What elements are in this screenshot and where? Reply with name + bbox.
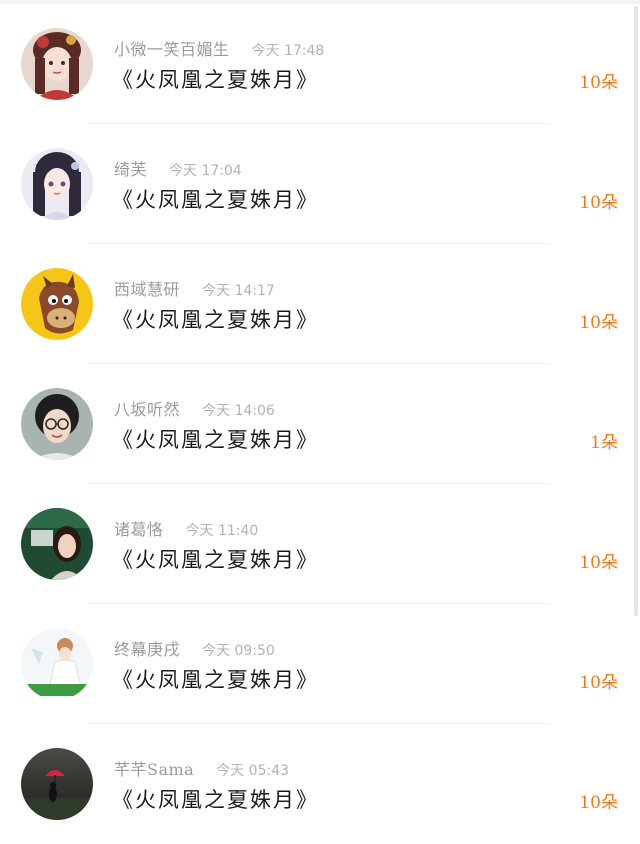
work-title[interactable]: 《火凤凰之夏姝月》: [112, 664, 319, 694]
flower-count: 10朵: [579, 193, 618, 213]
send-time: 今天 14:06: [202, 403, 275, 419]
avatar-bride-illustration-icon[interactable]: [21, 628, 93, 700]
list-item[interactable]: 芊芊Sama 今天 05:43 《火凤凰之夏姝月》 10朵: [0, 724, 640, 844]
work-title[interactable]: 《火凤凰之夏姝月》: [112, 424, 319, 454]
item-meta: 芊芊Sama 今天 05:43: [114, 756, 289, 780]
sender-name[interactable]: 八坂听然: [114, 400, 180, 419]
item-meta: 诸葛恪 今天 11:40: [114, 516, 258, 540]
avatar-anime-girl-red-icon[interactable]: [21, 28, 93, 100]
item-meta: 终幕庚戌 今天 09:50: [114, 636, 275, 660]
sender-name[interactable]: 绮芙: [114, 160, 147, 179]
flower-count: 10朵: [579, 673, 618, 693]
send-time: 今天 09:50: [202, 643, 275, 659]
work-title[interactable]: 《火凤凰之夏姝月》: [112, 784, 319, 814]
gift-list-page: 小微一笑百媚生 今天 17:48 《火凤凰之夏姝月》 10朵 绮芙 今天 17:04: [0, 0, 640, 844]
item-meta: 八坂听然 今天 14:06: [114, 396, 275, 420]
work-title[interactable]: 《火凤凰之夏姝月》: [112, 184, 319, 214]
flower-count: 1朵: [590, 433, 618, 453]
work-title[interactable]: 《火凤凰之夏姝月》: [112, 304, 319, 334]
list-item[interactable]: 西域慧研 今天 14:17 《火凤凰之夏姝月》 10朵: [0, 244, 640, 364]
sender-name[interactable]: 小微一笑百媚生: [114, 40, 230, 59]
send-time: 今天 17:48: [251, 43, 325, 59]
avatar-photo-woman-icon[interactable]: [21, 508, 93, 580]
scrollbar[interactable]: [634, 6, 638, 616]
sender-name[interactable]: 诸葛恪: [114, 520, 164, 539]
flower-count: 10朵: [579, 73, 618, 93]
list-item[interactable]: 终幕庚戌 今天 09:50 《火凤凰之夏姝月》 10朵: [0, 604, 640, 724]
list-item[interactable]: 绮芙 今天 17:04 《火凤凰之夏姝月》 10朵: [0, 124, 640, 244]
item-meta: 小微一笑百媚生 今天 17:48: [114, 36, 324, 60]
work-title[interactable]: 《火凤凰之夏姝月》: [112, 544, 319, 574]
avatar-cartoon-horse-icon[interactable]: [21, 268, 93, 340]
list-item[interactable]: 小微一笑百媚生 今天 17:48 《火凤凰之夏姝月》 10朵: [0, 4, 640, 124]
work-title[interactable]: 《火凤凰之夏姝月》: [112, 64, 319, 94]
item-meta: 西域慧研 今天 14:17: [114, 276, 275, 300]
sender-name[interactable]: 西域慧研: [114, 280, 180, 299]
avatar-girl-glasses-icon[interactable]: [21, 388, 93, 460]
send-time: 今天 14:17: [202, 283, 275, 299]
flower-count: 10朵: [579, 793, 618, 813]
list-item[interactable]: 诸葛恪 今天 11:40 《火凤凰之夏姝月》 10朵: [0, 484, 640, 604]
item-meta: 绮芙 今天 17:04: [114, 156, 242, 180]
flower-count: 10朵: [579, 313, 618, 333]
avatar-umbrella-silhouette-icon[interactable]: [21, 748, 93, 820]
list-item[interactable]: 八坂听然 今天 14:06 《火凤凰之夏姝月》 1朵: [0, 364, 640, 484]
sender-name[interactable]: 芊芊Sama: [114, 760, 194, 779]
send-time: 今天 17:04: [169, 163, 242, 179]
send-time: 今天 11:40: [185, 523, 259, 539]
avatar-anime-girl-dark-hair-icon[interactable]: [21, 148, 93, 220]
flower-count: 10朵: [579, 553, 618, 573]
sender-name[interactable]: 终幕庚戌: [114, 640, 180, 659]
send-time: 今天 05:43: [216, 763, 290, 779]
